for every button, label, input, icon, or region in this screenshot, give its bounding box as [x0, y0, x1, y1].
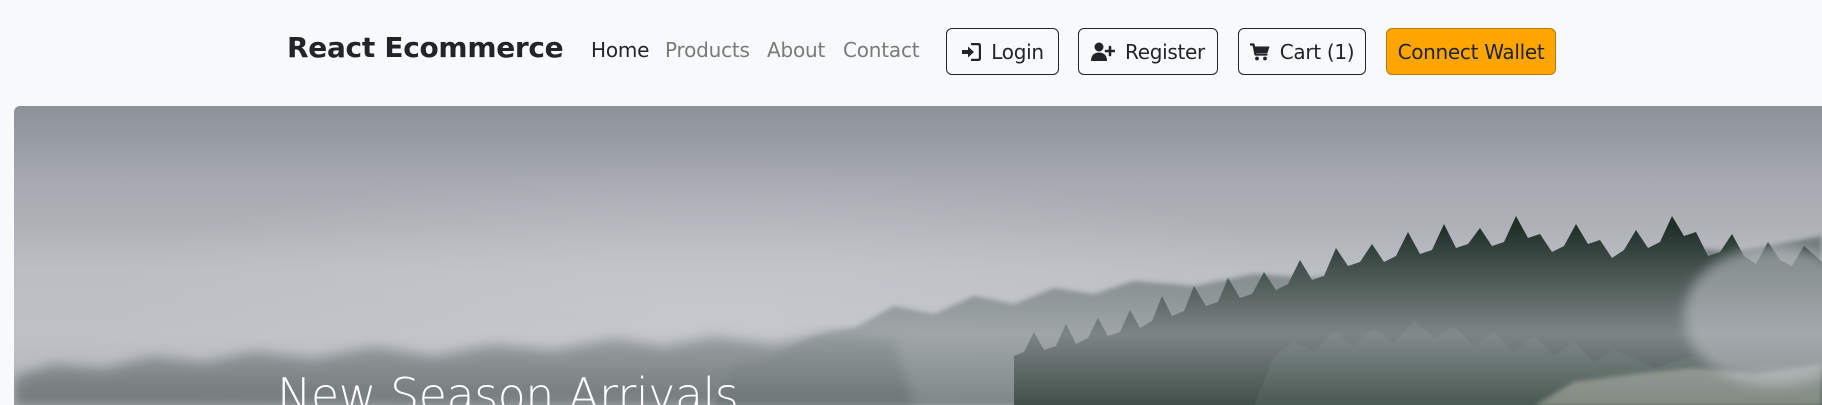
shopping-cart-icon: [1249, 42, 1270, 61]
misty-forest-image: [14, 216, 1822, 405]
hero-banner: New Season Arrivals: [14, 106, 1822, 405]
connect-wallet-label: Connect Wallet: [1397, 39, 1545, 64]
cart-button[interactable]: Cart (1): [1238, 28, 1366, 75]
login-button[interactable]: Login: [946, 28, 1059, 75]
brand-logo[interactable]: React Ecommerce: [287, 31, 564, 64]
navbar: React Ecommerce Home Products About Cont…: [0, 0, 1822, 105]
nav-link-contact[interactable]: Contact: [843, 38, 920, 62]
sign-in-icon: [961, 42, 982, 61]
nav-link-about[interactable]: About: [767, 38, 825, 62]
cart-label: Cart (1): [1279, 39, 1355, 64]
login-label: Login: [991, 39, 1044, 64]
register-button[interactable]: Register: [1078, 28, 1218, 75]
nav-link-products[interactable]: Products: [665, 38, 750, 62]
register-label: Register: [1125, 39, 1205, 64]
user-plus-icon: [1091, 42, 1116, 61]
nav-link-home[interactable]: Home: [591, 38, 649, 62]
connect-wallet-button[interactable]: Connect Wallet: [1386, 28, 1556, 75]
hero-title: New Season Arrivals: [277, 368, 739, 405]
